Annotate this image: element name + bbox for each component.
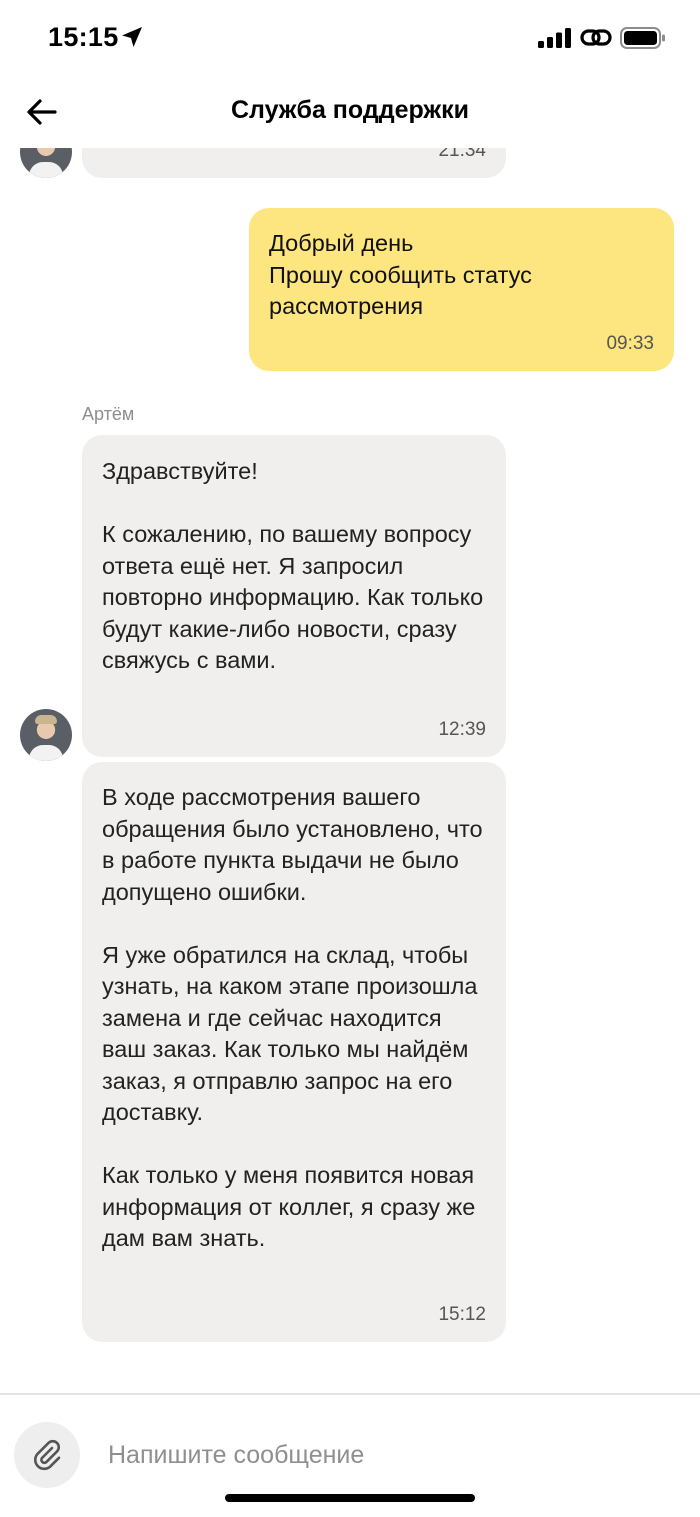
- status-bar: 15:15: [0, 0, 700, 76]
- attach-button[interactable]: [14, 1422, 80, 1488]
- message-time: 21:34: [438, 148, 486, 161]
- message-composer: [0, 1395, 700, 1517]
- message-bubble-incoming[interactable]: 21:34: [82, 148, 506, 178]
- signal-icon: [538, 28, 571, 48]
- message-bubble-outgoing[interactable]: Добрый день Прошу сообщить статус рассмо…: [249, 208, 674, 371]
- link-icon: [580, 29, 612, 46]
- status-time: 15:15: [48, 22, 119, 52]
- message-text: Здравствуйте! К сожалению, по вашему воп…: [102, 458, 484, 673]
- sender-name: Артём: [82, 404, 135, 424]
- message-bubble-incoming[interactable]: В ходе рассмотрения вашего обращения был…: [82, 762, 506, 1342]
- paperclip-icon: [34, 1439, 61, 1471]
- chat-messages[interactable]: 21:34 Добрый день Прошу сообщить статус …: [0, 148, 700, 1393]
- message-text: Добрый день Прошу сообщить статус рассмо…: [269, 230, 532, 319]
- home-indicator: [225, 1494, 475, 1502]
- location-arrow-icon: [122, 27, 142, 47]
- message-time: 15:12: [438, 1303, 486, 1325]
- message-time: 12:39: [438, 718, 486, 740]
- message-text: В ходе рассмотрения вашего обращения был…: [102, 784, 483, 1251]
- page-title: Служба поддержки: [230, 96, 470, 124]
- avatar[interactable]: [20, 148, 72, 178]
- message-input[interactable]: [108, 1435, 668, 1475]
- nav-bar: Служба поддержки: [0, 76, 700, 148]
- battery-icon: [620, 27, 665, 49]
- message-time: 09:33: [606, 332, 654, 354]
- avatar[interactable]: [20, 709, 72, 761]
- message-bubble-incoming[interactable]: Здравствуйте! К сожалению, по вашему воп…: [82, 435, 506, 757]
